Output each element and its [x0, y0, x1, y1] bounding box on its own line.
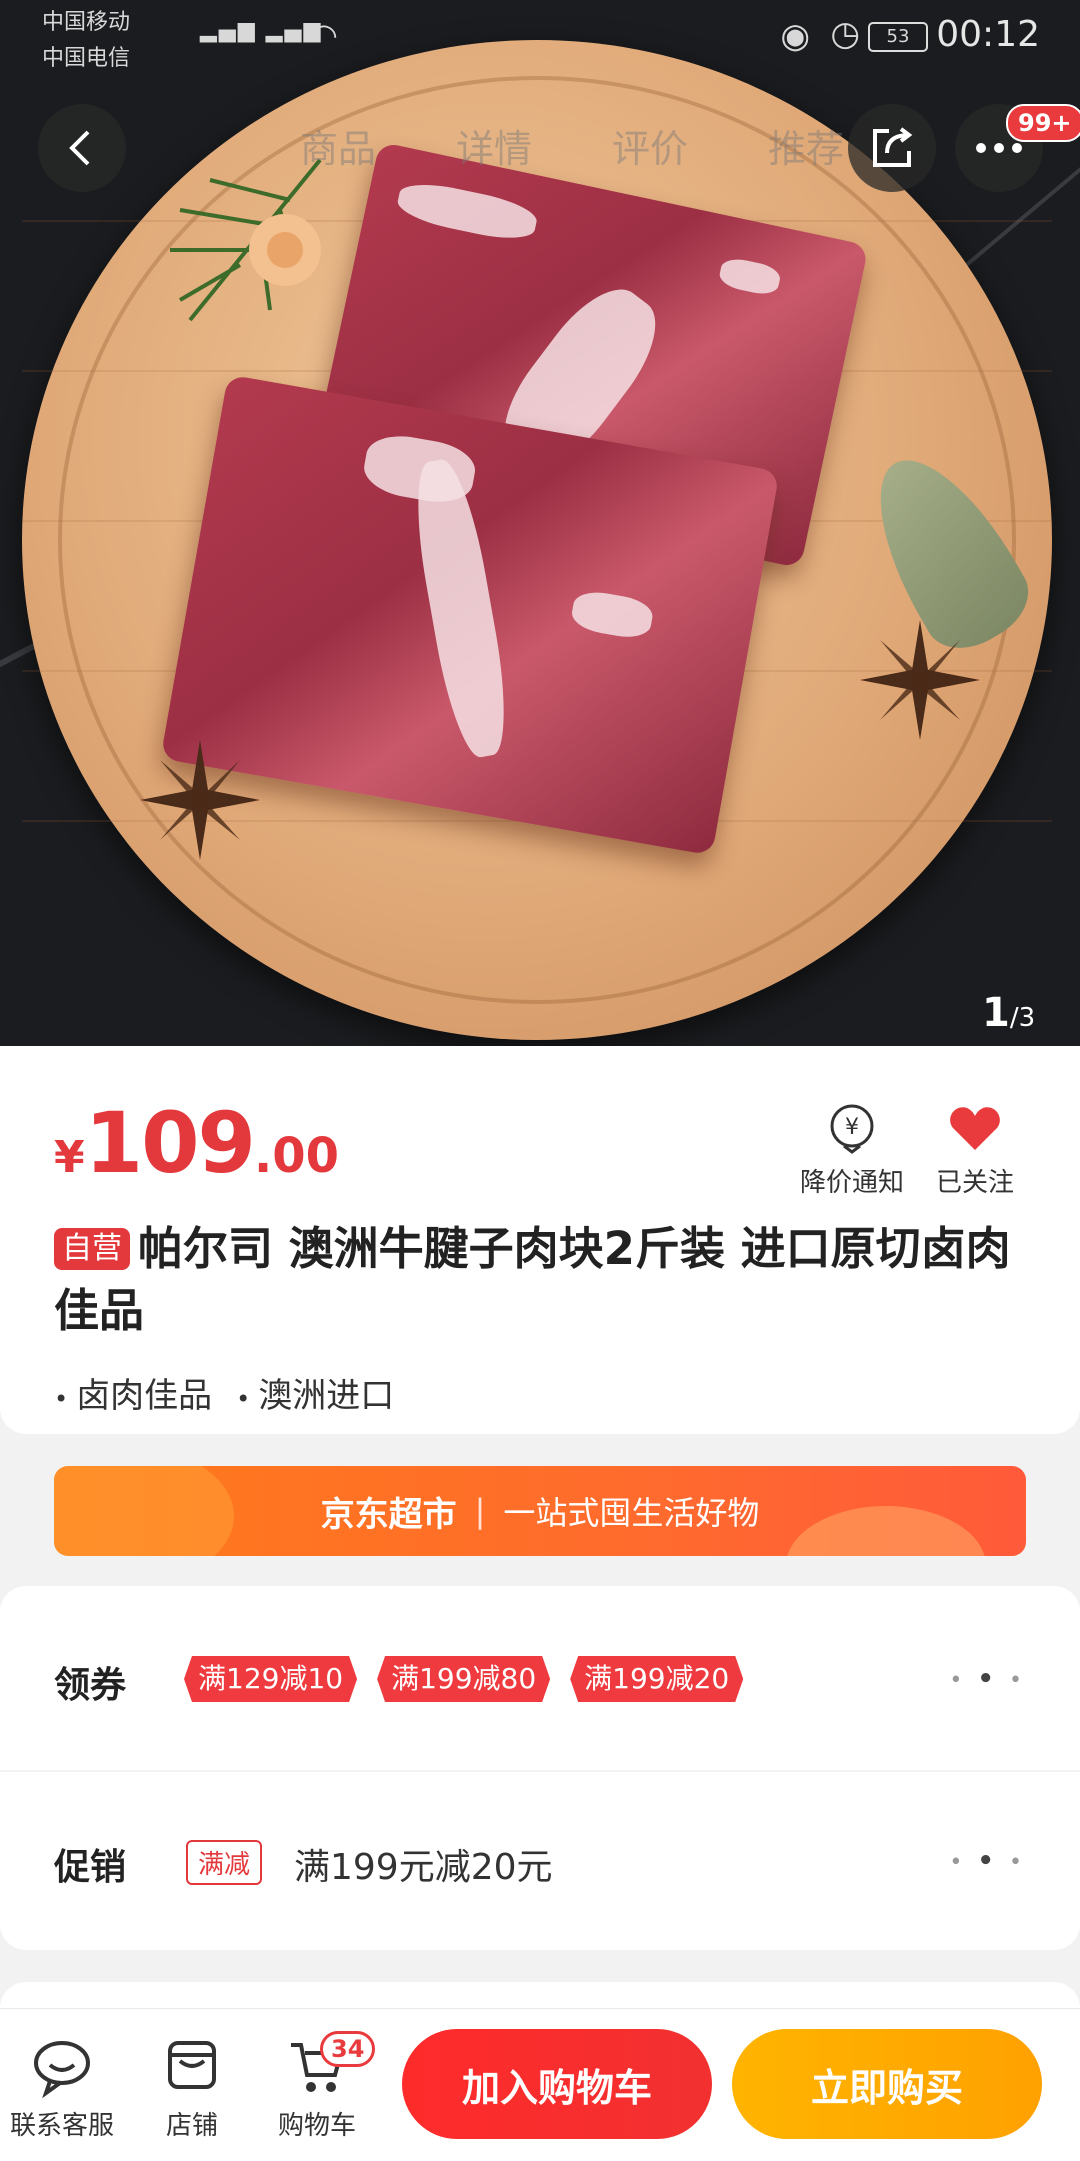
store-icon — [168, 2041, 216, 2089]
coupon-label: 领券 — [54, 1665, 127, 1706]
currency-symbol: ¥ — [54, 1132, 85, 1183]
customer-service-label: 联系客服 — [10, 2111, 115, 2141]
banner-slogan: 一站式囤生活好物 — [503, 1494, 760, 1532]
top-tabs: 商品 详情 评价 推荐 — [300, 118, 860, 173]
image-current: 1 — [982, 990, 1010, 1036]
product-info-card: ¥109.00 ¥ 降价通知 已关注 自营 帕尔司 澳洲牛腱子肉块2斤装 进口原切… — [0, 1046, 1080, 1434]
back-button[interactable] — [38, 104, 126, 192]
banner-brand: 京东超市 — [320, 1494, 457, 1535]
image-counter: 1/3 — [982, 990, 1035, 1036]
banner-decor — [54, 1466, 234, 1556]
price-decimal: .00 — [253, 1128, 339, 1184]
signal-icon: ▂▄▆ ▂▄▆ — [200, 18, 323, 43]
follow-button[interactable]: 已关注 — [936, 1100, 1014, 1199]
price-integer: 109 — [84, 1094, 256, 1192]
product-title-text: 帕尔司 澳洲牛腱子肉块2斤装 进口原切卤肉佳品 — [54, 1222, 1011, 1337]
chevron-left-icon — [69, 130, 90, 166]
banner-divider: | — [474, 1492, 486, 1530]
buy-now-button[interactable]: 立即购买 — [732, 2029, 1042, 2139]
add-to-cart-button[interactable]: 加入购物车 — [402, 2029, 712, 2139]
tab-detail[interactable]: 详情 — [456, 118, 532, 173]
more-dots-icon — [976, 143, 1022, 153]
clock: 00:12 — [936, 14, 1040, 55]
customer-service-button[interactable]: 联系客服 — [10, 2035, 114, 2142]
tab-reviews[interactable]: 评价 — [612, 118, 688, 173]
share-icon — [873, 127, 913, 167]
coupon-list: 满129减10 满199减80 满199减20 — [184, 1656, 743, 1702]
coupon-chip[interactable]: 满199减20 — [570, 1656, 743, 1702]
coupon-chip[interactable]: 满199减80 — [377, 1656, 550, 1702]
bottom-action-bar: 联系客服 店铺 购物车 34 加入购物车 立即购买 — [0, 2008, 1080, 2161]
product-title: 自营 帕尔司 澳洲牛腱子肉块2斤装 进口原切卤肉佳品 — [54, 1218, 1024, 1342]
chat-bubble-icon — [34, 2041, 90, 2099]
svg-text:¥: ¥ — [845, 1115, 859, 1140]
product-tags: 卤肉佳品 澳洲进口 — [54, 1368, 394, 1417]
product-image-gallery[interactable]: 中国移动 中国电信 ▂▄▆ ▂▄▆ ◠ ◉ ◷ 53 00:12 商品 详情 评… — [0, 0, 1080, 1046]
promotion-row[interactable]: 促销 满减 满199元减20元 • • • — [0, 1772, 1080, 1950]
status-bar: 中国移动 中国电信 ▂▄▆ ▂▄▆ ◠ ◉ ◷ 53 00:12 — [0, 0, 1080, 71]
tab-product[interactable]: 商品 — [300, 118, 376, 173]
shop-label: 店铺 — [165, 2111, 218, 2141]
message-badge: 99+ — [1006, 104, 1080, 142]
notify-label: 降价通知 — [800, 1168, 905, 1198]
wifi-icon: ◠ — [310, 16, 338, 54]
share-button[interactable] — [848, 104, 936, 192]
tab-recommend[interactable]: 推荐 — [768, 118, 844, 173]
promotion-label: 促销 — [54, 1847, 127, 1888]
product-tag: 卤肉佳品 — [54, 1368, 212, 1417]
product-tag: 澳洲进口 — [236, 1368, 394, 1417]
carrier-label: 中国移动 — [42, 10, 131, 35]
promotion-text: 满199元减20元 — [294, 1847, 553, 1888]
follow-label: 已关注 — [936, 1168, 1015, 1198]
carrier-label: 中国电信 — [42, 46, 131, 71]
banner-decor — [786, 1506, 986, 1556]
price: ¥109.00 — [54, 1094, 339, 1192]
star-anise — [860, 620, 980, 740]
eye-icon: ◉ — [780, 16, 810, 56]
self-operated-badge: 自营 — [54, 1228, 130, 1270]
shop-button[interactable]: 店铺 — [160, 2035, 224, 2142]
more-options-icon[interactable]: • • • — [949, 1846, 1026, 1876]
alarm-icon: ◷ — [830, 14, 860, 54]
coupon-chip[interactable]: 满129减10 — [184, 1656, 357, 1702]
promotion-type-tag: 满减 — [186, 1840, 263, 1885]
battery-icon: 53 — [868, 22, 928, 52]
cart-count-badge: 34 — [320, 2031, 376, 2067]
price-alert-icon: ¥ — [830, 1104, 874, 1154]
price-drop-notify-button[interactable]: ¥ 降价通知 — [800, 1100, 904, 1199]
cart-label: 购物车 — [278, 2111, 357, 2141]
jd-supermarket-banner[interactable]: 京东超市 | 一站式囤生活好物 — [54, 1466, 1026, 1556]
heart-icon — [950, 1107, 1000, 1150]
more-options-icon[interactable]: • • • — [949, 1664, 1026, 1694]
coupon-row[interactable]: 领券 满129减10 满199减80 满199减20 • • • — [0, 1586, 1080, 1770]
star-anise — [140, 740, 260, 860]
image-total: /3 — [1009, 1003, 1036, 1033]
